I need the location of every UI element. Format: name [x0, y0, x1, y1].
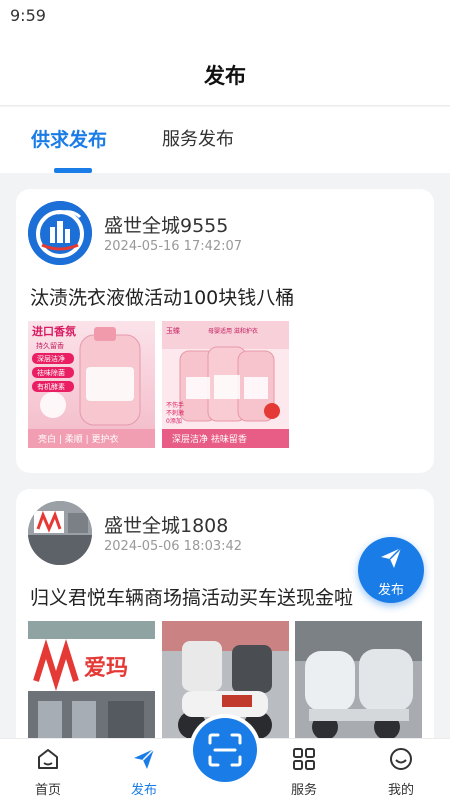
nav-publish[interactable]: 发布: [104, 739, 184, 800]
image-badge: 进口香氛: [32, 324, 76, 338]
image-sub: 母婴适用 滋和护衣: [208, 327, 258, 335]
post-image[interactable]: 进口香氛 持久留香 深层洁净 祛味除菌 有机酵素 亮白 | 柔顺 | 更护衣: [28, 321, 155, 448]
nav-publish-label: 发布: [130, 783, 157, 798]
tab-service[interactable]: 服务发布: [162, 125, 234, 151]
title-bar: 发布: [0, 34, 450, 106]
image-sub: 持久留香: [36, 341, 64, 350]
nav-service-label: 服务: [290, 783, 317, 798]
scan-icon: [208, 733, 242, 767]
publish-fab-button[interactable]: 发布: [358, 537, 424, 603]
nav-mine[interactable]: 我的: [361, 739, 441, 800]
image-tag: 有机酵素: [37, 382, 65, 391]
paper-plane-icon: [134, 748, 155, 769]
post-title[interactable]: 归义君悦车辆商场搞活动买车送现金啦: [30, 583, 353, 610]
scan-button[interactable]: [189, 714, 261, 786]
image-caption: 深层洁净 祛味留香: [172, 433, 247, 445]
post-title[interactable]: 汰渍洗衣液做活动100块钱八桶: [30, 283, 294, 310]
tab-supply-demand[interactable]: 供求发布: [31, 125, 107, 152]
image-tag: 深层洁净: [37, 354, 65, 363]
post-image[interactable]: 爱玛: [28, 621, 155, 738]
image-tag: 不伤手: [166, 401, 184, 409]
post-timestamp: 2024-05-06 18:03:42: [104, 539, 243, 554]
tab-bar: 供求发布 服务发布: [0, 107, 450, 173]
status-bar: 9:59: [0, 0, 450, 34]
post-timestamp: 2024-05-16 17:42:07: [104, 239, 243, 254]
nav-home-label: 首页: [34, 783, 61, 798]
post-feed[interactable]: 盛世全城9555 2024-05-16 17:42:07 汰渍洗衣液做活动100…: [0, 173, 450, 738]
nav-mine-label: 我的: [387, 783, 414, 798]
paper-plane-icon: [381, 547, 402, 568]
smiley-icon: [390, 748, 412, 770]
scooter-photo: [295, 621, 422, 738]
image-tag: 祛味除菌: [37, 368, 65, 377]
post-card[interactable]: 盛世全城1808 2024-05-06 18:03:42 归义君悦车辆商场搞活动…: [16, 489, 434, 738]
post-card[interactable]: 盛世全城9555 2024-05-16 17:42:07 汰渍洗衣液做活动100…: [16, 189, 434, 473]
store-sign: 爱玛: [84, 656, 128, 681]
post-username[interactable]: 盛世全城1808: [104, 511, 228, 538]
image-tag: 0添加: [166, 417, 182, 425]
status-time: 9:59: [10, 6, 46, 25]
grid-icon: [293, 748, 315, 770]
detergent-product-image: 进口香氛 持久留香 深层洁净 祛味除菌 有机酵素 亮白 | 柔顺 | 更护衣: [28, 321, 155, 448]
avatar[interactable]: [28, 201, 92, 265]
storefront-avatar-icon: [28, 501, 92, 565]
nav-home[interactable]: 首页: [8, 739, 88, 800]
publish-fab-label: 发布: [377, 583, 404, 598]
home-icon: [38, 749, 58, 769]
detergent-product-image: 玉蝶 母婴适用 滋和护衣 不伤手 不刺激 0添加 深层洁净 祛味留香: [162, 321, 289, 448]
nav-service[interactable]: 服务: [264, 739, 344, 800]
city-logo-icon: [28, 201, 92, 265]
avatar[interactable]: [28, 501, 92, 565]
post-image[interactable]: [295, 621, 422, 738]
post-username[interactable]: 盛世全城9555: [104, 211, 228, 238]
image-caption: 亮白 | 柔顺 | 更护衣: [38, 433, 119, 445]
page-title: 发布: [204, 64, 246, 88]
image-tag: 不刺激: [166, 409, 184, 417]
storefront-photo: 爱玛: [28, 621, 155, 738]
post-image[interactable]: 玉蝶 母婴适用 滋和护衣 不伤手 不刺激 0添加 深层洁净 祛味留香: [162, 321, 289, 448]
image-badge: 玉蝶: [166, 326, 180, 335]
